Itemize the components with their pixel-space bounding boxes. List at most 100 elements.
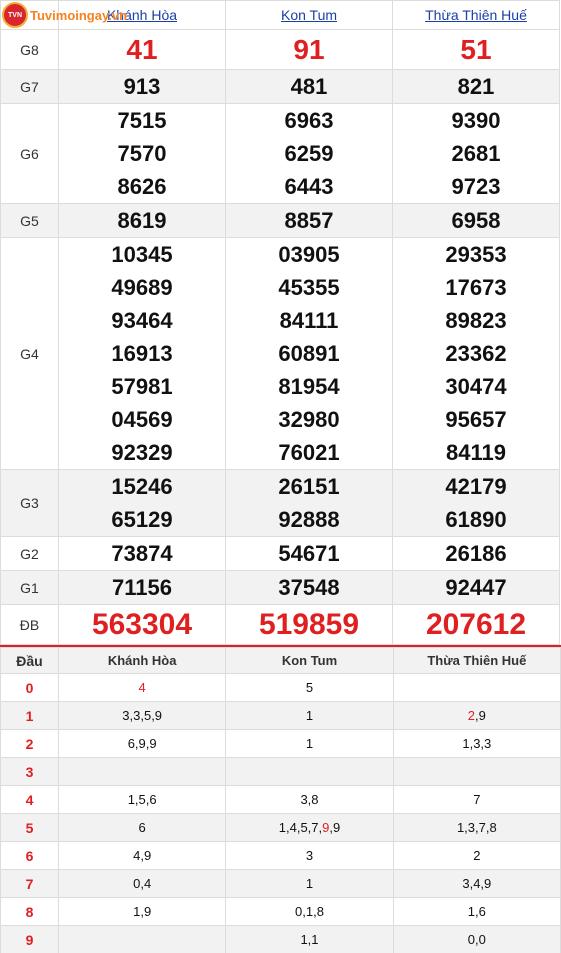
prize-number: 8619 bbox=[117, 208, 167, 233]
loto-cell: 7 bbox=[392, 785, 561, 814]
prize-number: 91 bbox=[293, 34, 325, 65]
prize-number: 26186 bbox=[445, 541, 507, 566]
prize-number: 84111 bbox=[279, 308, 339, 333]
prize-number: 04569 bbox=[111, 407, 173, 432]
loto-row: 1 3,3,5,9 1 2,9 bbox=[0, 701, 561, 730]
loto-digit: 1 bbox=[278, 820, 286, 835]
prize-cell: 03905 45355 84111 60891 81954 32980 76021 bbox=[225, 237, 393, 470]
loto-cell: 4,9 bbox=[57, 841, 227, 870]
prize-cell: 54671 bbox=[225, 536, 393, 571]
loto-digit: 9 bbox=[478, 708, 486, 723]
loto-cell bbox=[57, 925, 227, 953]
prize-number: 6443 bbox=[284, 174, 334, 199]
prize-cell: 913 bbox=[58, 69, 226, 104]
prize-number: 913 bbox=[123, 74, 161, 99]
prize-label: G3 bbox=[0, 469, 59, 537]
loto-head: 0 bbox=[0, 673, 59, 702]
prize-number: 65129 bbox=[111, 507, 173, 532]
loto-row: 0 4 5 bbox=[0, 673, 561, 702]
prize-number: 9723 bbox=[451, 174, 501, 199]
province-link[interactable]: Thừa Thiên Huế bbox=[425, 7, 527, 23]
prize-cell: 207612 bbox=[392, 604, 560, 645]
prize-cell: 15246 65129 bbox=[58, 469, 226, 537]
prize-number: 54671 bbox=[278, 541, 340, 566]
prize-number: 42179 bbox=[445, 474, 507, 499]
loto-cell: 3,4,9 bbox=[392, 869, 561, 898]
prize-number: 15246 bbox=[111, 474, 173, 499]
loto-cell: 5 bbox=[225, 673, 394, 702]
prize-cell: 42179 61890 bbox=[392, 469, 560, 537]
prize-cell: 26151 92888 bbox=[225, 469, 393, 537]
prize-label: G2 bbox=[0, 536, 59, 571]
prize-row: G8 41 91 51 bbox=[0, 29, 560, 70]
prize-number: 76021 bbox=[278, 440, 340, 465]
prize-number: 7515 bbox=[117, 108, 167, 133]
loto-row: 6 4,9 3 2 bbox=[0, 841, 561, 870]
loto-cell: 1,4,5,7,9,9 bbox=[225, 813, 394, 842]
prize-cell: 71156 bbox=[58, 570, 226, 605]
loto-head: 8 bbox=[0, 897, 59, 926]
loto-table: Đầu Khánh Hòa Kon Tum Thừa Thiên Huế 045… bbox=[0, 647, 561, 953]
loto-cell: 3,3,5,9 bbox=[57, 701, 227, 730]
loto-row: 9 1,1 0,0 bbox=[0, 925, 561, 953]
loto-cell: 1 bbox=[225, 729, 394, 758]
prize-number: 03905 bbox=[278, 242, 340, 267]
prize-number: 89823 bbox=[445, 308, 507, 333]
prize-cell: 8619 bbox=[58, 203, 226, 238]
prize-number: 821 bbox=[457, 74, 495, 99]
prize-row: G4 10345 49689 93464 16913 57981 04569 92329 039… bbox=[0, 237, 560, 470]
prize-number: 51 bbox=[460, 34, 492, 65]
results-table: Khánh Hòa Kon Tum Thừa Thiên Huế G8 41 91 5… bbox=[0, 0, 560, 645]
loto-head: 1 bbox=[0, 701, 59, 730]
prize-number: 10345 bbox=[111, 242, 173, 267]
prize-number: 6958 bbox=[451, 208, 501, 233]
loto-head: 5 bbox=[0, 813, 59, 842]
logo-emblem-icon: TVN bbox=[2, 2, 28, 28]
loto-row: 2 6,9,9 1 1,3,3 bbox=[0, 729, 561, 758]
prize-cell: 6963 6259 6443 bbox=[225, 103, 393, 204]
prize-label: G1 bbox=[0, 570, 59, 605]
prize-number: 17673 bbox=[445, 275, 507, 300]
loto-head: 7 bbox=[0, 869, 59, 898]
prize-cell: 10345 49689 93464 16913 57981 04569 92329 bbox=[58, 237, 226, 470]
prize-row: G7 913 481 821 bbox=[0, 69, 560, 104]
prize-row: ĐB 563304 519859 207612 bbox=[0, 604, 560, 645]
province-header[interactable]: Thừa Thiên Huế bbox=[392, 0, 560, 30]
prize-number: 84119 bbox=[446, 440, 506, 465]
prize-number: 49689 bbox=[111, 275, 173, 300]
prize-label: G6 bbox=[0, 103, 59, 204]
loto-head: 9 bbox=[0, 925, 59, 953]
prize-number: 93464 bbox=[111, 308, 173, 333]
prize-cell: 26186 bbox=[392, 536, 560, 571]
province-header[interactable]: Kon Tum bbox=[225, 0, 393, 30]
province-link[interactable]: Kon Tum bbox=[281, 7, 337, 23]
prize-number: 16913 bbox=[111, 341, 173, 366]
prize-label: G5 bbox=[0, 203, 59, 238]
prize-cell: 821 bbox=[392, 69, 560, 104]
prize-number: 92329 bbox=[111, 440, 173, 465]
loto-cell: 3 bbox=[225, 841, 394, 870]
prize-row: G5 8619 8857 6958 bbox=[0, 203, 560, 238]
prize-number: 23362 bbox=[445, 341, 507, 366]
loto-digit: 2 bbox=[467, 708, 476, 723]
loto-cell: 2,9 bbox=[392, 701, 561, 730]
loto-head: 2 bbox=[0, 729, 59, 758]
prize-number: 61890 bbox=[445, 507, 507, 532]
prize-number: 6963 bbox=[284, 108, 334, 133]
prize-cell: 29353 17673 89823 23362 30474 95657 84119 bbox=[392, 237, 560, 470]
loto-digit: 5 bbox=[300, 820, 308, 835]
loto-cell: 1,6 bbox=[392, 897, 561, 926]
loto-head: 4 bbox=[0, 785, 59, 814]
prize-cell: 51 bbox=[392, 29, 560, 70]
site-logo[interactable]: TVN Tuvimoingay.vn bbox=[2, 2, 127, 28]
loto-cell: 1,1 bbox=[225, 925, 394, 953]
loto-cell: 1,5,6 bbox=[57, 785, 227, 814]
loto-cell: 1,9 bbox=[57, 897, 227, 926]
prize-number: 29353 bbox=[445, 242, 507, 267]
prize-cell: 9390 2681 9723 bbox=[392, 103, 560, 204]
prize-cell: 563304 bbox=[58, 604, 226, 645]
prize-number: 57981 bbox=[111, 374, 173, 399]
prize-number: 95657 bbox=[445, 407, 507, 432]
prize-number: 8626 bbox=[117, 174, 167, 199]
prize-number: 81954 bbox=[278, 374, 340, 399]
